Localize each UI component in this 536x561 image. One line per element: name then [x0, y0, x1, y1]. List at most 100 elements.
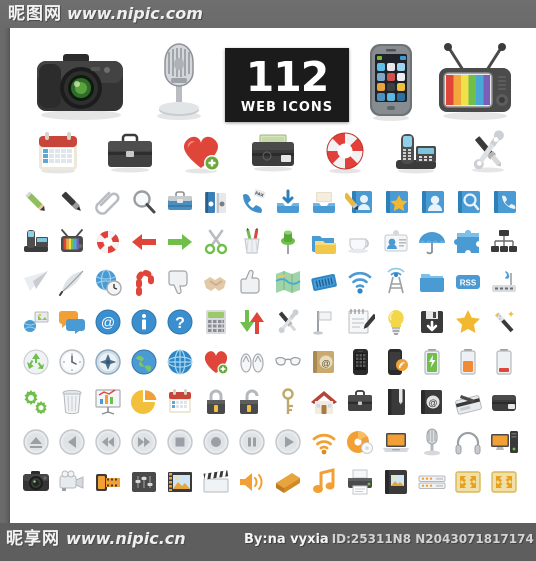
settings-gears-icon[interactable] [18, 384, 54, 420]
photo-gallery-icon[interactable] [162, 464, 198, 500]
email-at-icon[interactable]: @ [90, 304, 126, 340]
battery-half-icon[interactable] [450, 344, 486, 380]
cd-disc-icon[interactable] [342, 424, 378, 460]
save-icon[interactable] [414, 304, 450, 340]
contact-search-icon[interactable] [450, 184, 486, 220]
folders-icon[interactable] [306, 224, 342, 260]
pie-chart-icon[interactable] [126, 384, 162, 420]
printer-icon[interactable] [342, 464, 378, 500]
phone-book-icon[interactable] [486, 184, 522, 220]
battery-full-icon[interactable] [414, 344, 450, 380]
favorites-book-icon[interactable] [378, 184, 414, 220]
fullscreen-icon[interactable] [486, 464, 522, 500]
wallet-small-icon[interactable] [486, 384, 522, 420]
battery-low-icon[interactable] [486, 344, 522, 380]
pencil-icon[interactable] [18, 184, 54, 220]
candy-cane-icon[interactable] [126, 264, 162, 300]
globe-icon[interactable] [126, 344, 162, 380]
globe-clock-icon[interactable] [90, 264, 126, 300]
contact-edit-icon[interactable] [342, 184, 378, 220]
coffee-cup-icon[interactable] [342, 224, 378, 260]
pause-button-icon[interactable] [234, 424, 270, 460]
wifi-icon[interactable] [342, 264, 378, 300]
desk-phone-icon[interactable] [390, 127, 442, 177]
recycle-icon[interactable] [18, 344, 54, 380]
speaker-icon[interactable] [234, 464, 270, 500]
pen-cup-icon[interactable] [234, 224, 270, 260]
fast-forward-button-icon[interactable] [126, 424, 162, 460]
info-icon[interactable] [126, 304, 162, 340]
credit-card-icon[interactable] [450, 384, 486, 420]
book-icon[interactable] [378, 384, 414, 420]
magnifier-icon[interactable] [126, 184, 162, 220]
network-share-icon[interactable] [18, 304, 54, 340]
lifebuoy-icon[interactable] [319, 127, 371, 177]
id-card-icon[interactable] [378, 224, 414, 260]
heart-add-icon[interactable] [175, 127, 227, 177]
ticket-icon[interactable] [306, 264, 342, 300]
television-icon[interactable] [433, 32, 517, 122]
email-book-icon[interactable]: @ [306, 344, 342, 380]
toolbox-icon[interactable] [162, 184, 198, 220]
video-camera-icon[interactable] [54, 464, 90, 500]
movie-ticket-icon[interactable] [270, 464, 306, 500]
music-note-icon[interactable] [306, 464, 342, 500]
desk-phone-small-icon[interactable] [18, 224, 54, 260]
rewind-button-icon[interactable] [90, 424, 126, 460]
paper-plane-icon[interactable] [18, 264, 54, 300]
photo-camera-icon[interactable] [18, 464, 54, 500]
pushpin-icon[interactable] [270, 224, 306, 260]
mobile-phone-icon[interactable] [342, 344, 378, 380]
dslr-camera-icon[interactable] [29, 32, 133, 122]
briefcase-icon[interactable] [104, 127, 156, 177]
lifebuoy-small-icon[interactable] [90, 224, 126, 260]
thumb-down-icon[interactable] [162, 264, 198, 300]
help-icon[interactable]: ? [162, 304, 198, 340]
flag-icon[interactable] [306, 304, 342, 340]
chat-bubbles-icon[interactable] [54, 304, 90, 340]
mixer-icon[interactable] [126, 464, 162, 500]
lock-open-icon[interactable] [234, 384, 270, 420]
arrow-left-icon[interactable] [126, 224, 162, 260]
record-button-icon[interactable] [198, 424, 234, 460]
quill-icon[interactable] [54, 264, 90, 300]
lock-closed-icon[interactable] [198, 384, 234, 420]
arrow-right-icon[interactable] [162, 224, 198, 260]
key-icon[interactable] [270, 384, 306, 420]
paperclip-icon[interactable] [90, 184, 126, 220]
puzzle-icon[interactable] [450, 224, 486, 260]
map-icon[interactable] [270, 264, 306, 300]
previous-button-icon[interactable] [54, 424, 90, 460]
pen-icon[interactable] [54, 184, 90, 220]
expand-icon[interactable] [450, 464, 486, 500]
folder-blue-icon[interactable] [414, 264, 450, 300]
media-book-icon[interactable] [378, 464, 414, 500]
lightbulb-icon[interactable] [378, 304, 414, 340]
calendar-icon[interactable] [32, 127, 84, 177]
calendar-small-icon[interactable] [162, 384, 198, 420]
compass-icon[interactable] [90, 344, 126, 380]
rss-icon[interactable]: RSS [450, 264, 486, 300]
inbox-download-icon[interactable] [270, 184, 306, 220]
sitemap-icon[interactable] [486, 224, 522, 260]
transfer-icon[interactable] [234, 304, 270, 340]
tv-small-icon[interactable] [54, 224, 90, 260]
film-roll-icon[interactable] [90, 464, 126, 500]
microphone-icon[interactable] [151, 32, 207, 122]
server-icon[interactable] [414, 464, 450, 500]
antenna-icon[interactable] [378, 264, 414, 300]
stop-button-icon[interactable] [162, 424, 198, 460]
presentation-icon[interactable] [90, 384, 126, 420]
handshake-icon[interactable] [198, 264, 234, 300]
tools-icon[interactable] [462, 127, 514, 177]
address-book-icon[interactable] [414, 184, 450, 220]
phone-rss-icon[interactable] [378, 344, 414, 380]
calculator-icon[interactable] [198, 304, 234, 340]
clapperboard-icon[interactable] [198, 464, 234, 500]
magic-wand-icon[interactable] [486, 304, 522, 340]
wifi-orange-icon[interactable] [306, 424, 342, 460]
inbox-icon[interactable] [306, 184, 342, 220]
play-button-icon[interactable] [270, 424, 306, 460]
flip-flops-icon[interactable] [234, 344, 270, 380]
headphones-icon[interactable] [450, 424, 486, 460]
